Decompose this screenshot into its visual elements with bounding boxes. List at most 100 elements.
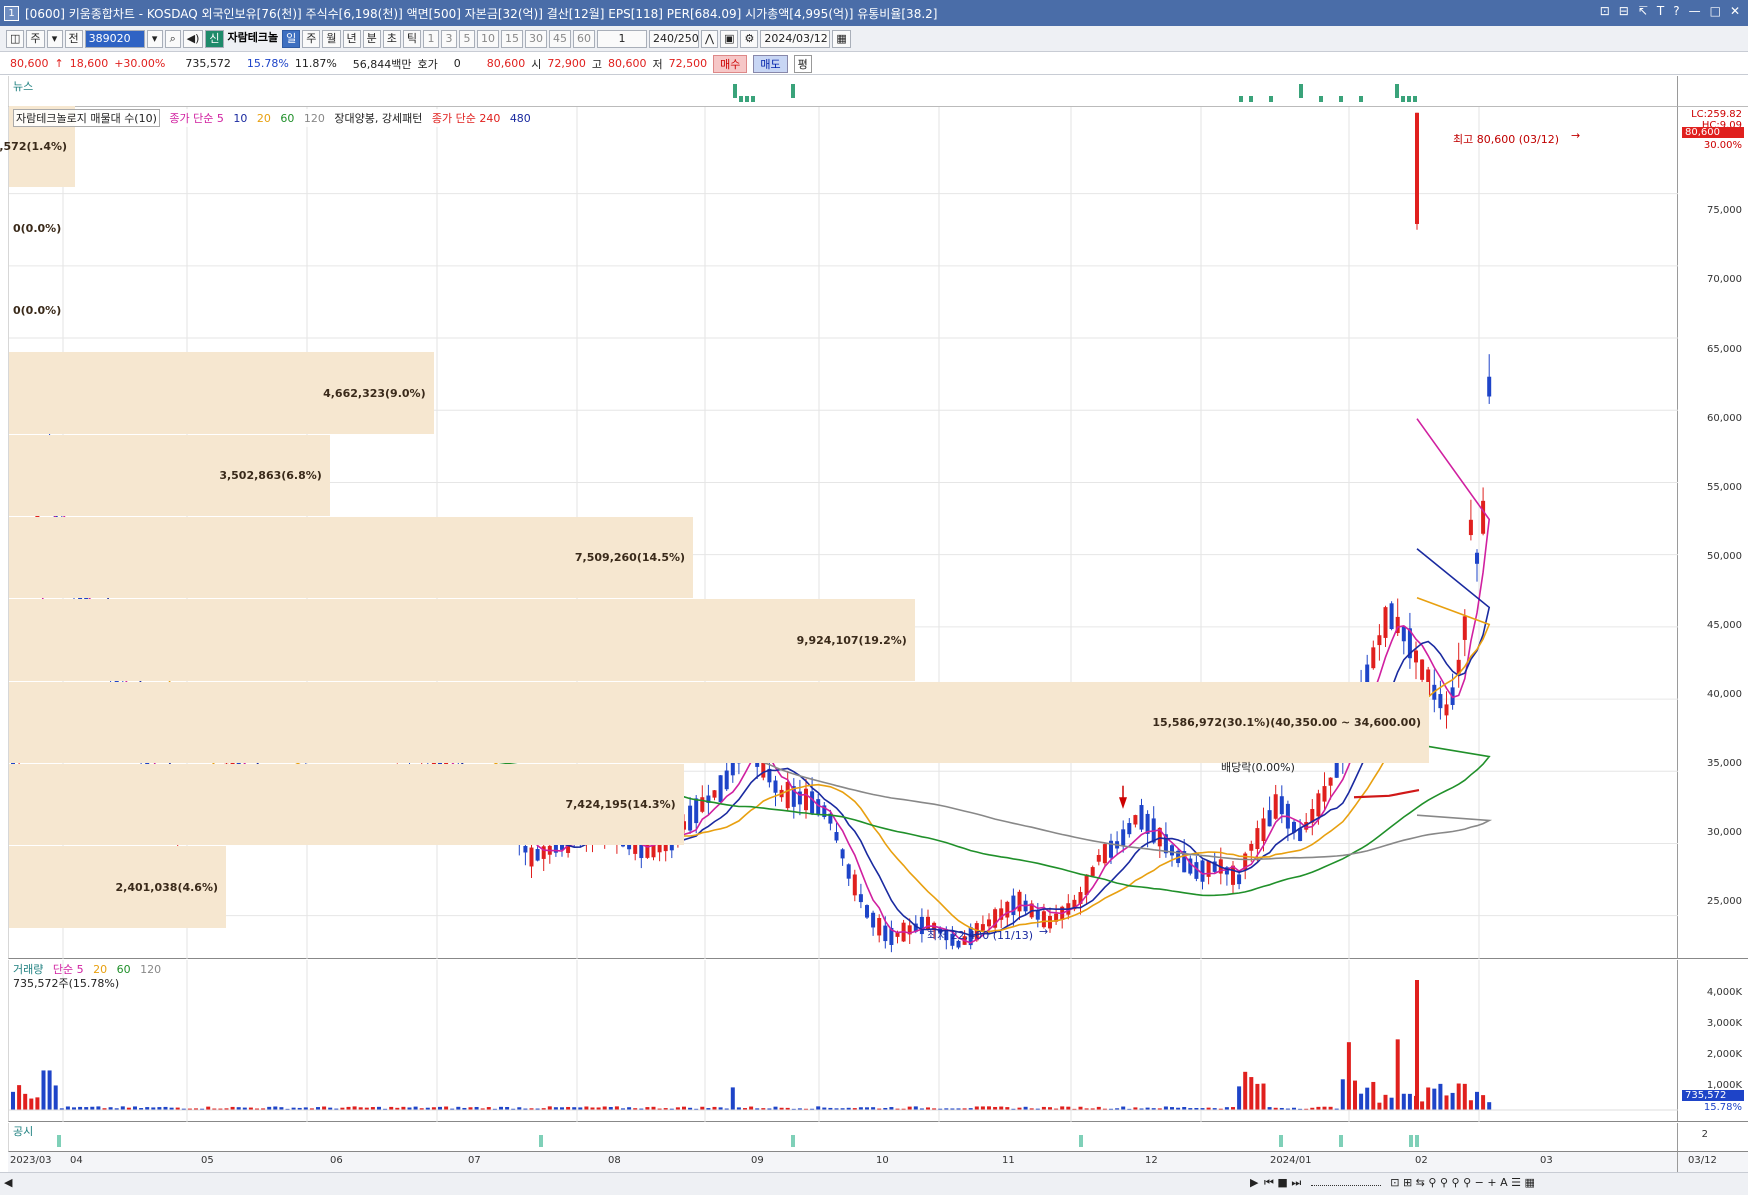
dropdown-icon[interactable]: ▾	[46, 29, 63, 48]
volume-bar	[1438, 1083, 1443, 1110]
scroll-bar[interactable]: ◀ ▶ ⏮ ■ ⏭ ⊡ ⊞ ⇆ ⚲ ⚲ ⚲ ⚲ − + A ☰ ▦	[0, 1172, 1748, 1195]
period-yearly[interactable]: 년	[342, 29, 361, 48]
candle-body	[1102, 844, 1107, 864]
profile-label: 2,401,038(4.6%)	[115, 880, 219, 894]
legend-ma5[interactable]: 종가 단순 5	[169, 110, 223, 126]
legend-vol-ma120[interactable]: 120	[140, 963, 161, 976]
volume-bar	[53, 1085, 58, 1110]
tool-icon-c[interactable]: ⇆	[1416, 1176, 1425, 1189]
code-dropdown-icon[interactable]: ▾	[146, 29, 163, 48]
news-marker	[739, 96, 743, 102]
period-minute[interactable]: 분	[362, 29, 381, 48]
search-icon[interactable]: ⌕	[164, 29, 181, 48]
x-right-date: 03/12	[1688, 1155, 1717, 1166]
volume-ratio: 15.78%	[246, 57, 289, 70]
stop-icon[interactable]: ■	[1277, 1176, 1287, 1189]
zoom-slider[interactable]	[1310, 1185, 1381, 1186]
scroll-right-icon[interactable]: ▶	[1250, 1176, 1258, 1189]
minimize-button[interactable]: —	[1689, 4, 1701, 18]
period-type-select[interactable]: 주	[26, 29, 45, 48]
font-icon[interactable]: T	[1657, 4, 1664, 18]
last-icon[interactable]: ⏭	[1291, 1176, 1301, 1189]
legend-ma60[interactable]: 60	[280, 112, 294, 125]
range-input[interactable]: 240/250	[649, 29, 700, 48]
high-label: 고	[591, 57, 603, 71]
interval-45[interactable]: 45	[549, 29, 572, 48]
sound-icon[interactable]: ◀)	[182, 29, 204, 48]
interval-30[interactable]: 30	[525, 29, 548, 48]
pin-icon[interactable]: ↸	[1638, 4, 1648, 18]
legend-ma480[interactable]: 480	[510, 112, 531, 125]
text-tool-icon[interactable]: A	[1500, 1176, 1508, 1189]
date-input[interactable]: 2024/03/12	[760, 29, 831, 48]
period-monthly[interactable]: 월	[322, 29, 341, 48]
legend-ma120[interactable]: 120	[304, 112, 325, 125]
price-legend: 자람테크놀로지 매물대 수(10) 종가 단순 5 10 20 60 120 장…	[13, 109, 537, 127]
stock-code-input[interactable]: 389020	[84, 29, 145, 48]
tool-icon-a[interactable]: ⊡	[1390, 1176, 1399, 1189]
sell-button[interactable]: 매도	[753, 54, 788, 73]
count-input[interactable]: 1	[597, 29, 648, 48]
first-icon[interactable]: ⏮	[1264, 1176, 1274, 1189]
scroll-left-icon[interactable]: ◀	[4, 1176, 12, 1189]
layout-icon[interactable]: ◫	[6, 29, 25, 48]
legend-profile[interactable]: 자람테크놀로지 매물대 수(10)	[13, 109, 160, 127]
volume-bar	[413, 1106, 418, 1110]
chart-toolbar: ◫ 주 ▾ 전 389020 ▾ ⌕ ◀) 신 자람테크놀 일 주 월 년 분 …	[0, 26, 1748, 52]
notice-marker	[539, 1135, 543, 1147]
grid-icon[interactable]: ▦	[1524, 1176, 1534, 1189]
avg-button[interactable]: 평	[793, 54, 812, 73]
tool-icon-b[interactable]: ⊞	[1403, 1176, 1412, 1189]
tool-icon-e[interactable]: ⚲	[1440, 1176, 1448, 1189]
legend-pattern[interactable]: 장대양봉, 강세패턴	[334, 110, 422, 126]
legend-ma240[interactable]: 종가 단순 240	[432, 110, 500, 126]
close-button[interactable]: ✕	[1730, 4, 1740, 18]
candle-body	[718, 775, 723, 803]
legend-ma10[interactable]: 10	[233, 112, 247, 125]
period-daily[interactable]: 일	[282, 29, 301, 48]
save-icon[interactable]: ▣	[720, 29, 739, 48]
help-icon[interactable]: ?	[1673, 4, 1679, 18]
candle-body	[535, 849, 540, 861]
tile-icon[interactable]: ⊡	[1600, 4, 1610, 18]
tool-icon-f[interactable]: ⚲	[1452, 1176, 1460, 1189]
tool-icon-g[interactable]: ⚲	[1463, 1176, 1471, 1189]
period-second[interactable]: 초	[382, 29, 401, 48]
interval-60[interactable]: 60	[573, 29, 596, 48]
candle-body	[871, 912, 876, 928]
candle-body	[1096, 855, 1101, 862]
volume-chart[interactable]	[9, 960, 1679, 1122]
candle-body	[840, 849, 845, 859]
interval-5[interactable]: 5	[459, 29, 476, 48]
buy-button[interactable]: 매수	[713, 54, 748, 73]
interval-1[interactable]: 1	[423, 29, 440, 48]
interval-10[interactable]: 10	[477, 29, 500, 48]
settings-icon[interactable]: ⚙	[740, 29, 759, 48]
vol-tick-4000k: 4,000K	[1706, 987, 1742, 998]
volume-bar	[682, 1106, 686, 1110]
period-weekly[interactable]: 주	[302, 29, 321, 48]
candle-body	[724, 770, 729, 790]
candle-body	[694, 798, 699, 824]
news-marker	[1339, 96, 1343, 102]
zoom-out-icon[interactable]: −	[1475, 1176, 1484, 1189]
period-tick[interactable]: 틱	[402, 29, 422, 48]
open-label: 시	[531, 57, 542, 71]
interval-15[interactable]: 15	[501, 29, 524, 48]
list-icon[interactable]: ☰	[1511, 1176, 1521, 1189]
interval-3[interactable]: 3	[441, 29, 458, 48]
axis-pct-tag: 30.00%	[1703, 140, 1742, 151]
notice-marker	[1279, 1135, 1283, 1147]
volume-bar	[1371, 1081, 1376, 1110]
maximize-button[interactable]: □	[1710, 4, 1721, 18]
zoom-in-icon[interactable]: +	[1487, 1176, 1496, 1189]
split-icon[interactable]: ⊟	[1619, 4, 1629, 18]
high-price: 80,600	[608, 57, 647, 70]
tool-icon-d[interactable]: ⚲	[1428, 1176, 1436, 1189]
legend-ma20[interactable]: 20	[257, 112, 271, 125]
volume-bar	[999, 1106, 1004, 1110]
candle-body	[1121, 829, 1126, 846]
calendar-icon[interactable]: ▦	[832, 29, 851, 48]
market-select[interactable]: 전	[64, 29, 83, 48]
compare-icon[interactable]: ⋀	[701, 29, 719, 48]
